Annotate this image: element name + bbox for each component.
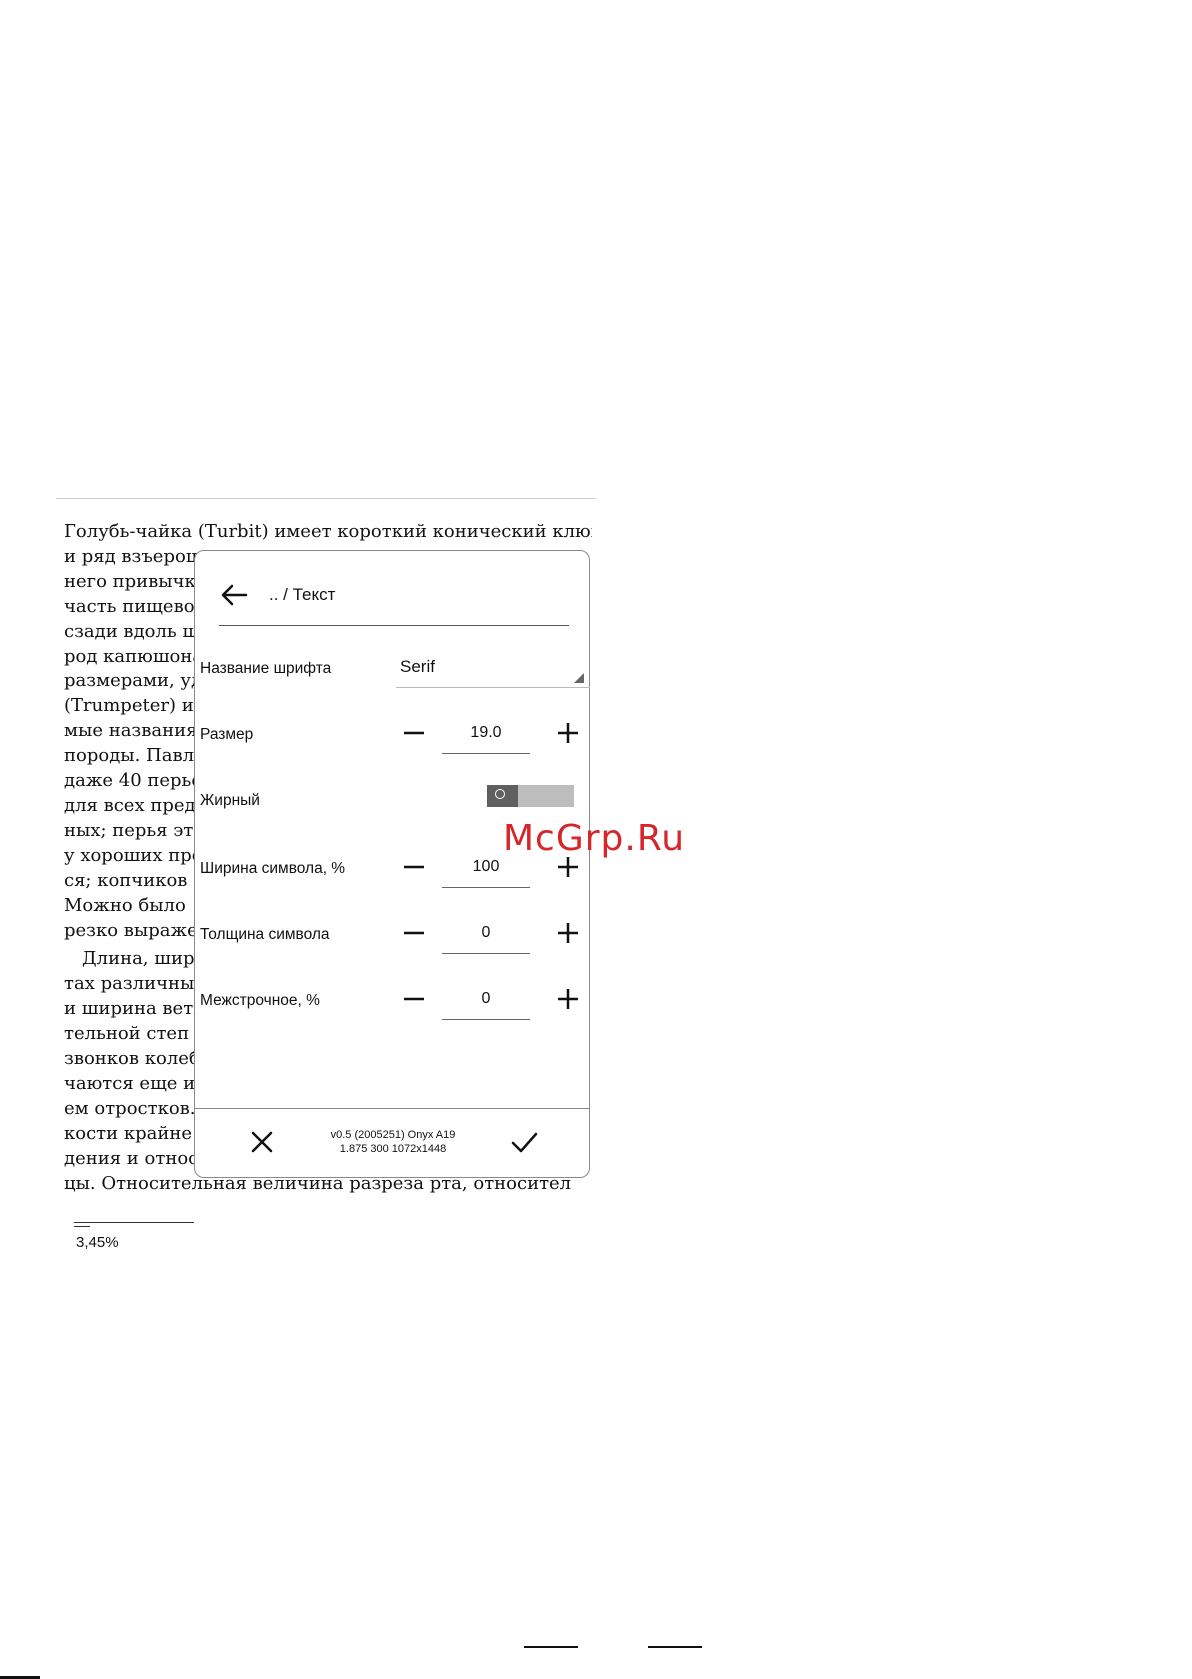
font-name-select[interactable]: Serif: [396, 647, 590, 688]
bold-row: Жирный: [200, 779, 586, 823]
toggle-off-icon: [495, 789, 505, 799]
bold-label: Жирный: [200, 792, 260, 809]
minus-icon[interactable]: [400, 853, 428, 881]
book-line: Голубь-чайка (Turbit) имеет короткий кон…: [64, 521, 592, 542]
watermark: McGrp.Ru: [503, 818, 686, 859]
dialog-footer: v0.5 (2005251) Onyx A19 1.875 300 1072x1…: [195, 1108, 589, 1177]
page-indicator-bar: [524, 1646, 578, 1648]
font-name-value: Serif: [400, 657, 435, 676]
char-width-label: Ширина символа, %: [200, 860, 346, 877]
plus-icon[interactable]: [554, 985, 582, 1013]
plus-icon[interactable]: [554, 719, 582, 747]
version-line: v0.5 (2005251) Onyx A19: [330, 1129, 456, 1141]
line-spacing-stepper: 0: [400, 979, 582, 1023]
size-label: Размер: [200, 726, 254, 743]
header-divider: [56, 498, 596, 499]
char-thickness-row: Толщина символа 0: [200, 913, 586, 957]
bold-toggle[interactable]: [487, 785, 574, 807]
char-thickness-value[interactable]: 0: [442, 913, 530, 954]
breadcrumb: .. / Текст: [269, 585, 336, 604]
page-indicator-bar: [648, 1646, 702, 1648]
line-spacing-label: Межстрочное, %: [200, 992, 320, 1009]
text-settings-dialog: .. / Текст Название шрифта Serif Размер …: [194, 550, 590, 1178]
footnote-divider: [74, 1222, 194, 1223]
font-name-label: Название шрифта: [200, 660, 332, 677]
dropdown-arrow-icon: [574, 673, 584, 683]
minus-icon[interactable]: [400, 919, 428, 947]
dialog-header: .. / Текст: [219, 575, 569, 626]
char-thickness-label: Толщина символа: [200, 926, 330, 943]
check-icon[interactable]: [509, 1127, 539, 1157]
device-line: 1.875 300 1072x1448: [339, 1143, 447, 1155]
plus-icon[interactable]: [554, 919, 582, 947]
minus-icon[interactable]: [400, 719, 428, 747]
size-row: Размер 19.0: [200, 713, 586, 757]
reading-progress: 3,45%: [76, 1234, 119, 1251]
back-arrow-icon[interactable]: [219, 583, 249, 607]
font-name-row: Название шрифта Serif: [200, 647, 590, 691]
char-thickness-stepper: 0: [400, 913, 582, 957]
close-icon[interactable]: [247, 1127, 277, 1157]
toggle-knob: [487, 785, 518, 807]
version-info: v0.5 (2005251) Onyx A19 1.875 300 1072x1…: [315, 1128, 471, 1156]
minus-icon[interactable]: [400, 985, 428, 1013]
line-spacing-row: Межстрочное, % 0: [200, 979, 586, 1023]
footnote-tick: [74, 1226, 90, 1227]
size-value[interactable]: 19.0: [442, 713, 530, 754]
size-stepper: 19.0: [400, 713, 582, 757]
line-spacing-value[interactable]: 0: [442, 979, 530, 1020]
